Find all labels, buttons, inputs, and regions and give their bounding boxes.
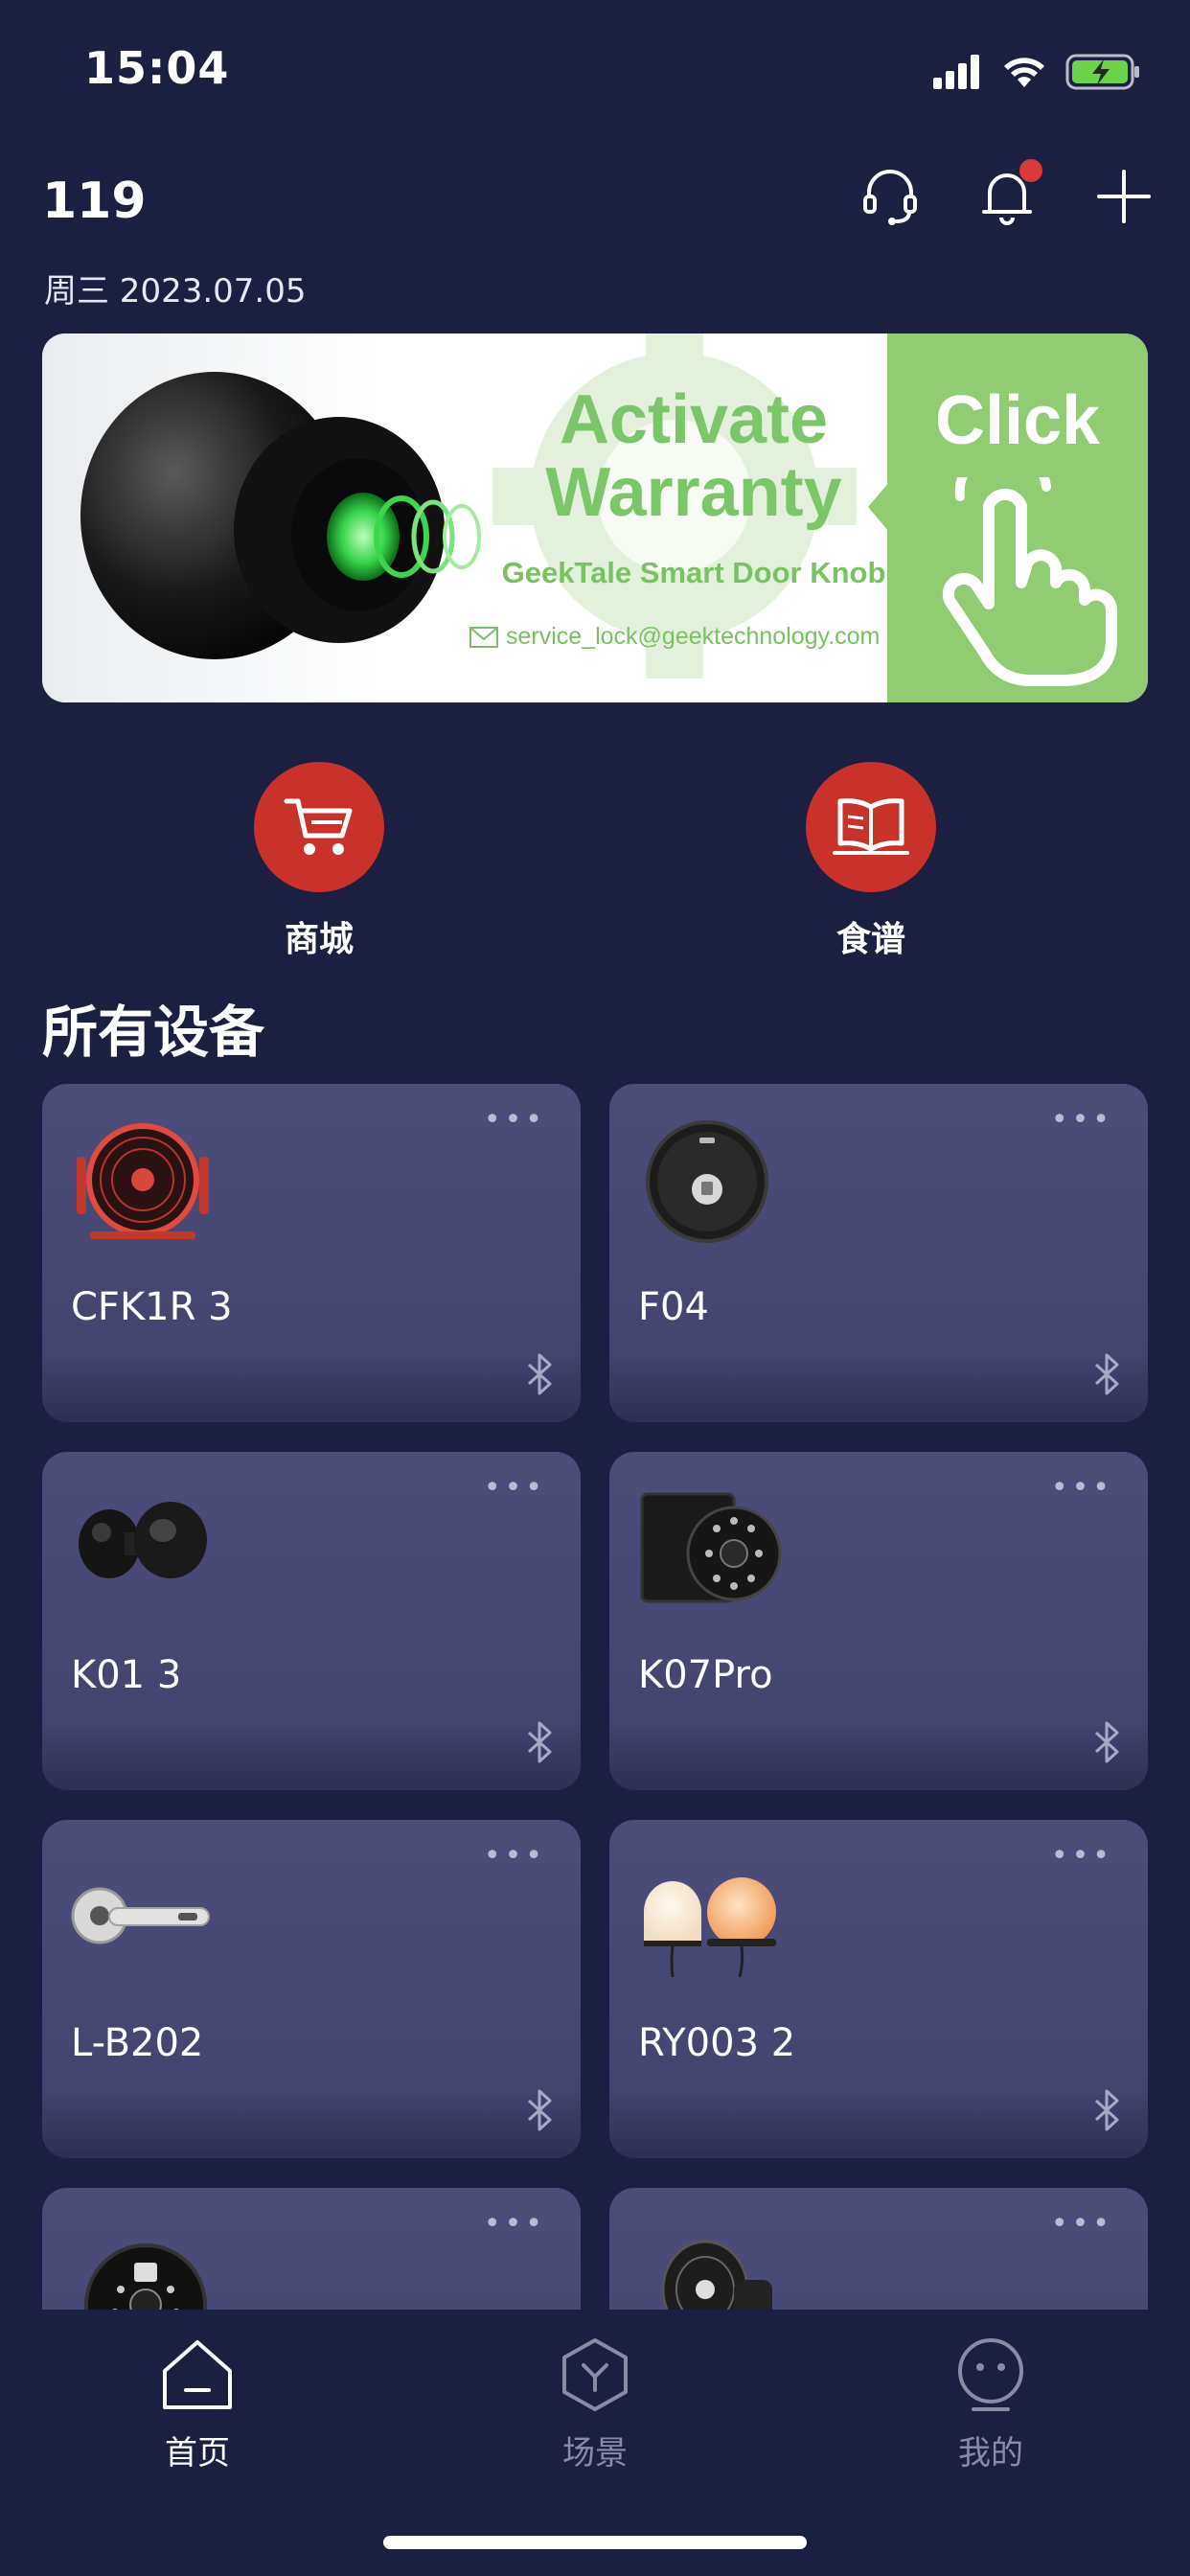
round-device-icon — [646, 1120, 768, 1243]
tab-scenes-label: 场景 — [562, 2434, 628, 2472]
plus-icon — [1097, 170, 1151, 223]
banner-cta-panel[interactable]: Click — [868, 334, 1148, 702]
banner-left-panel: Activate Warranty GeekTale Smart Door Kn… — [42, 334, 887, 702]
device-card[interactable]: ••• — [42, 2188, 581, 2311]
shop-label: 商城 — [284, 920, 354, 959]
all-devices-title: 所有设备 — [42, 1000, 265, 1065]
device-name: K07Pro — [638, 1653, 773, 1697]
device-name: RY003 2 — [638, 2021, 796, 2065]
shop-shortcut[interactable]: 商城 — [223, 762, 415, 961]
hexagon-scene-icon — [562, 2338, 628, 2411]
device-card[interactable]: ••• CFK1R 3 — [42, 1084, 581, 1422]
bluetooth-icon — [527, 2089, 552, 2131]
mail-icon — [469, 626, 498, 648]
lever-lock-icon — [71, 1887, 210, 1944]
more-options-button[interactable]: ••• — [1051, 2207, 1113, 2241]
device-grid: ••• CFK1R 3 ••• F04 ••• K01 3 ••• K07Pro… — [42, 1084, 1148, 2311]
lamp-icon — [644, 1877, 776, 1978]
fan-icon — [77, 1123, 209, 1239]
device-name: F04 — [638, 1285, 709, 1329]
face-profile-icon — [958, 2338, 1023, 2411]
banner-notch — [868, 482, 889, 532]
status-bar: 15:04 — [0, 0, 1190, 144]
more-options-button[interactable]: ••• — [1051, 1103, 1113, 1137]
home-title: 119 — [42, 172, 147, 230]
shop-icon-circle — [254, 762, 384, 892]
home-indicator — [383, 2536, 807, 2549]
cart-icon — [284, 798, 353, 855]
more-options-button[interactable]: ••• — [484, 2207, 546, 2241]
tab-profile[interactable]: 我的 — [904, 2336, 1077, 2473]
device-name: L-B202 — [71, 2021, 204, 2065]
banner-email: service_lock@geektechnology.com — [469, 623, 920, 651]
more-options-button[interactable]: ••• — [1051, 1471, 1113, 1505]
device-card[interactable]: ••• — [609, 2188, 1148, 2311]
wifi-icon — [1004, 58, 1044, 87]
more-options-button[interactable]: ••• — [484, 1839, 546, 1873]
more-options-button[interactable]: ••• — [1051, 1839, 1113, 1873]
bluetooth-icon — [1094, 2089, 1119, 2131]
device-card[interactable]: ••• K07Pro — [609, 1452, 1148, 1790]
recipe-shortcut[interactable]: 食谱 — [775, 762, 967, 961]
tab-profile-label: 我的 — [958, 2434, 1023, 2472]
tab-home[interactable]: 首页 — [111, 2336, 284, 2473]
door-knob-illustration — [80, 372, 481, 659]
banner-headline-line2: Warranty — [545, 454, 842, 531]
device-name: K01 3 — [71, 1653, 182, 1697]
keypad-knob-icon — [640, 1492, 782, 1603]
header-date: 周三 2023.07.05 — [44, 272, 307, 310]
banner-product-name: GeekTale Smart Door Knob — [501, 556, 886, 589]
recipe-icon-circle — [806, 762, 936, 892]
home-icon — [163, 2340, 232, 2409]
customer-service-button[interactable] — [858, 165, 922, 228]
banner-headline-line1: Activate — [559, 381, 829, 458]
tab-home-label: 首页 — [165, 2434, 230, 2472]
bluetooth-icon — [527, 1721, 552, 1763]
bluetooth-icon — [527, 1353, 552, 1395]
status-time: 15:04 — [84, 42, 230, 94]
pointing-hand-icon — [942, 477, 1117, 686]
keypad-lock-icon — [84, 2243, 207, 2311]
more-options-button[interactable]: ••• — [484, 1471, 546, 1505]
desk-fan-icon — [661, 2240, 772, 2311]
bluetooth-icon — [1094, 1721, 1119, 1763]
device-card[interactable]: ••• L-B202 — [42, 1820, 581, 2158]
door-knob-icon — [79, 1502, 207, 1578]
recipe-label: 食谱 — [835, 920, 905, 959]
notification-badge — [1019, 159, 1042, 182]
add-device-button[interactable] — [1092, 165, 1156, 228]
status-icons — [933, 50, 1142, 94]
banner-headline: Activate Warranty — [512, 383, 876, 529]
book-icon — [833, 798, 909, 855]
device-card[interactable]: ••• F04 — [609, 1084, 1148, 1422]
device-card[interactable]: ••• K01 3 — [42, 1452, 581, 1790]
device-card[interactable]: ••• RY003 2 — [609, 1820, 1148, 2158]
banner-email-text: service_lock@geektechnology.com — [506, 623, 881, 650]
device-name: CFK1R 3 — [71, 1285, 233, 1329]
more-options-button[interactable]: ••• — [484, 1103, 546, 1137]
warranty-banner[interactable]: Activate Warranty GeekTale Smart Door Kn… — [42, 334, 1148, 702]
battery-charging-icon — [1065, 54, 1139, 90]
notifications-button[interactable] — [975, 159, 1042, 228]
banner-cta-text: Click — [934, 382, 1101, 459]
bluetooth-icon — [1094, 1353, 1119, 1395]
header-actions — [858, 159, 1156, 228]
headset-icon — [863, 170, 917, 225]
cellular-signal-icon — [933, 55, 979, 89]
tab-scenes[interactable]: 场景 — [509, 2336, 681, 2473]
